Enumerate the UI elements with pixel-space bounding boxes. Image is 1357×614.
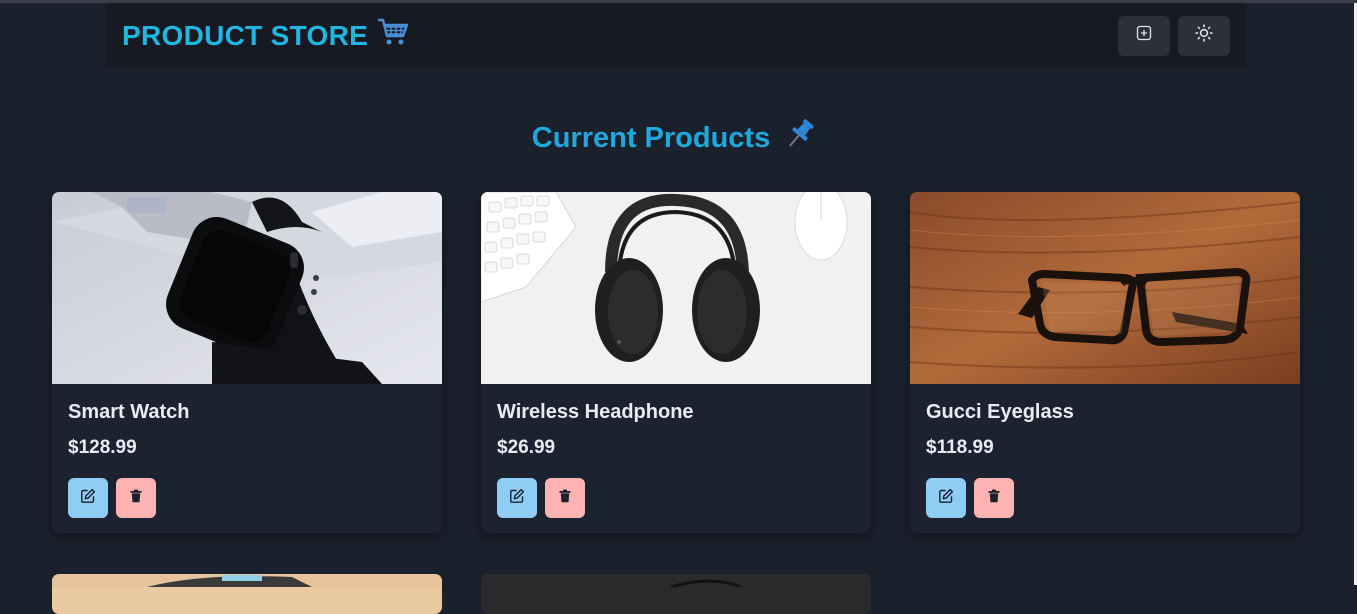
trash-icon [129, 489, 143, 508]
edit-icon [938, 488, 954, 509]
create-product-button[interactable] [1118, 15, 1170, 56]
product-card: Wireless Headphone $26.99 [481, 192, 871, 533]
product-card-partial [52, 574, 442, 614]
page-heading: Current Products [0, 117, 1350, 159]
trash-icon [987, 489, 1001, 508]
nav-actions [1118, 15, 1230, 56]
pushpin-icon [782, 117, 818, 159]
brand-title: PRODUCT STORE [122, 19, 369, 51]
shopping-cart-icon [376, 17, 410, 54]
delete-product-button[interactable] [116, 478, 156, 518]
product-actions [926, 478, 1014, 518]
product-price: $118.99 [926, 437, 994, 458]
product-price: $26.99 [497, 437, 556, 458]
product-name: Wireless Headphone [497, 401, 694, 423]
product-card: Smart Watch $128.99 [52, 192, 442, 533]
product-name: Smart Watch [68, 401, 190, 423]
edit-product-button[interactable] [68, 478, 108, 518]
product-card: Gucci Eyeglass $118.99 [910, 192, 1300, 533]
brand-link[interactable]: PRODUCT STORE [122, 17, 410, 54]
delete-product-button[interactable] [545, 478, 585, 518]
plus-square-icon [1136, 25, 1152, 46]
window-top-border [0, 0, 1357, 3]
navbar: PRODUCT STORE [106, 4, 1246, 67]
product-price: $128.99 [68, 437, 137, 458]
theme-toggle-button[interactable] [1178, 15, 1230, 56]
trash-icon [558, 489, 572, 508]
edit-product-button[interactable] [926, 478, 966, 518]
delete-product-button[interactable] [974, 478, 1014, 518]
product-image [481, 192, 871, 384]
sun-icon [1195, 24, 1213, 47]
product-name: Gucci Eyeglass [926, 401, 1074, 423]
product-image [52, 192, 442, 384]
edit-icon [80, 488, 96, 509]
edit-product-button[interactable] [497, 478, 537, 518]
product-image [910, 192, 1300, 384]
page-title: Current Products [531, 121, 771, 154]
product-card-partial [481, 574, 871, 614]
product-actions [68, 478, 156, 518]
product-actions [497, 478, 585, 518]
edit-icon [509, 488, 525, 509]
